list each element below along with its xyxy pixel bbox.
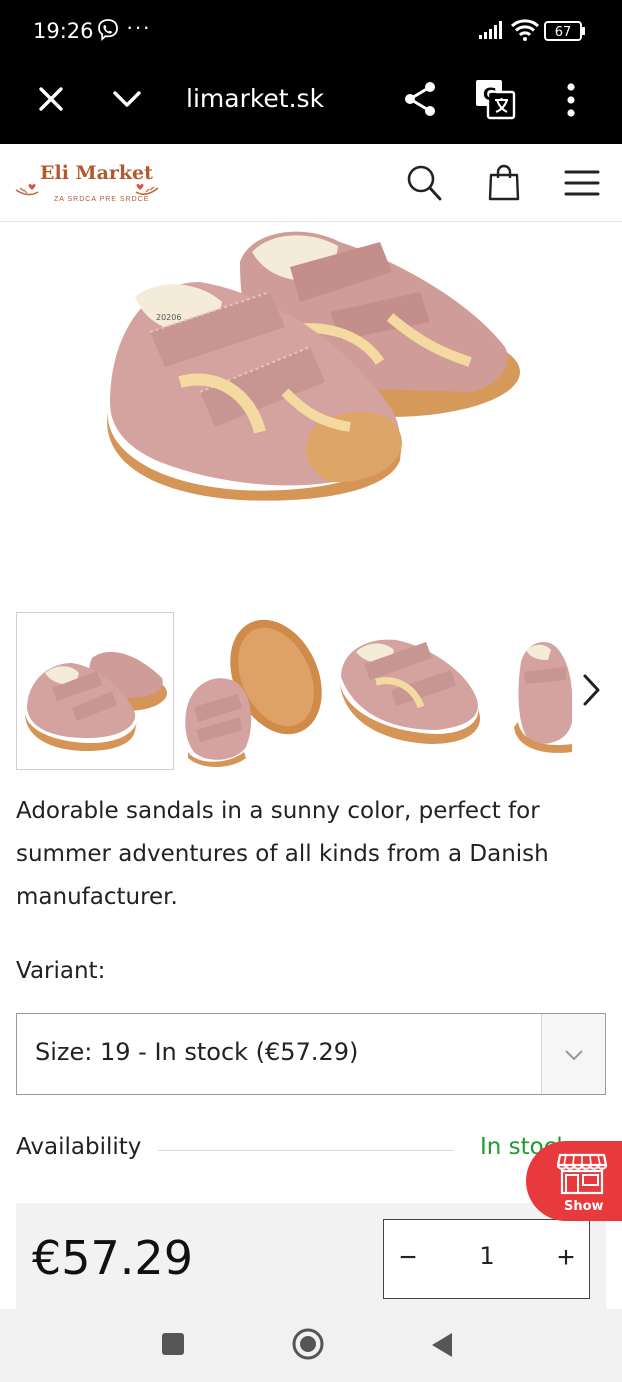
thumbnail-3[interactable] bbox=[336, 612, 494, 770]
svg-text:20206: 20206 bbox=[156, 313, 181, 322]
price-quantity-box: €57.29 − 1 + bbox=[16, 1203, 606, 1309]
svg-text:G: G bbox=[483, 85, 497, 105]
thumbnail-1-image bbox=[25, 651, 167, 751]
back-icon[interactable] bbox=[430, 1331, 454, 1359]
quantity-decrease-button[interactable]: − bbox=[394, 1238, 422, 1278]
variant-selected-value: Size: 19 - In stock (€57.29) bbox=[35, 1038, 359, 1066]
storefront-icon bbox=[556, 1153, 608, 1195]
product-description: Adorable sandals in a sunny color, perfe… bbox=[16, 798, 549, 910]
variant-select[interactable]: Size: 19 - In stock (€57.29) bbox=[16, 1013, 606, 1095]
availability-divider bbox=[158, 1150, 454, 1151]
thumbnail-2-image bbox=[185, 619, 322, 767]
availability-label: Availability bbox=[16, 1134, 142, 1160]
status-bar: 19:26 ··· 67 bbox=[0, 0, 622, 62]
show-button-label: Show bbox=[564, 1199, 604, 1214]
show-store-button[interactable]: Show bbox=[526, 1141, 622, 1221]
thumbnail-3-image bbox=[340, 639, 481, 744]
browser-toolbar: limarket.sk G bbox=[0, 62, 622, 144]
recents-icon[interactable] bbox=[162, 1333, 184, 1355]
sandals-illustration: 20206 bbox=[107, 231, 520, 501]
shopping-bag-icon[interactable] bbox=[488, 164, 520, 202]
system-navigation-bar bbox=[0, 1309, 622, 1382]
thumbnail-carousel bbox=[16, 612, 606, 772]
viber-icon bbox=[98, 19, 118, 41]
share-icon[interactable] bbox=[402, 80, 438, 118]
thumbnail-1[interactable] bbox=[16, 612, 174, 770]
product-price: €57.29 bbox=[32, 1231, 193, 1285]
quantity-increase-button[interactable]: + bbox=[552, 1238, 580, 1278]
status-overflow: ··· bbox=[126, 14, 151, 39]
quantity-stepper: − 1 + bbox=[383, 1219, 590, 1299]
home-icon[interactable] bbox=[292, 1328, 324, 1360]
logo-text: Eli Market bbox=[40, 162, 153, 184]
site-header: Eli Market ZA SRDCA PRE SRDCE bbox=[0, 144, 622, 222]
variant-dropdown-toggle[interactable] bbox=[541, 1014, 605, 1094]
close-icon[interactable] bbox=[34, 82, 68, 116]
search-icon[interactable] bbox=[406, 164, 442, 202]
thumbnail-2[interactable] bbox=[176, 612, 334, 770]
battery-level: 67 bbox=[555, 25, 572, 40]
logo-tagline: ZA SRDCA PRE SRDCE bbox=[54, 196, 150, 203]
battery-icon: 67 bbox=[544, 21, 585, 41]
variant-label: Variant: bbox=[16, 958, 106, 984]
hamburger-menu-icon[interactable] bbox=[564, 168, 600, 198]
chevron-down-icon bbox=[565, 1050, 583, 1061]
translate-icon[interactable]: G bbox=[474, 78, 516, 120]
chevron-down-icon[interactable] bbox=[110, 84, 144, 114]
thumbnail-4[interactable] bbox=[496, 612, 572, 770]
quantity-input[interactable]: 1 bbox=[454, 1242, 520, 1270]
wifi-icon bbox=[510, 19, 540, 41]
signal-icon bbox=[479, 21, 502, 39]
site-logo[interactable]: Eli Market ZA SRDCA PRE SRDCE bbox=[14, 158, 160, 210]
product-main-image[interactable]: 20206 bbox=[0, 222, 622, 592]
more-vert-icon[interactable] bbox=[560, 80, 582, 120]
thumbnail-4-image bbox=[514, 642, 572, 753]
carousel-next-icon[interactable] bbox=[576, 670, 606, 710]
url-field[interactable]: limarket.sk bbox=[186, 84, 324, 113]
status-time: 19:26 bbox=[33, 19, 94, 43]
